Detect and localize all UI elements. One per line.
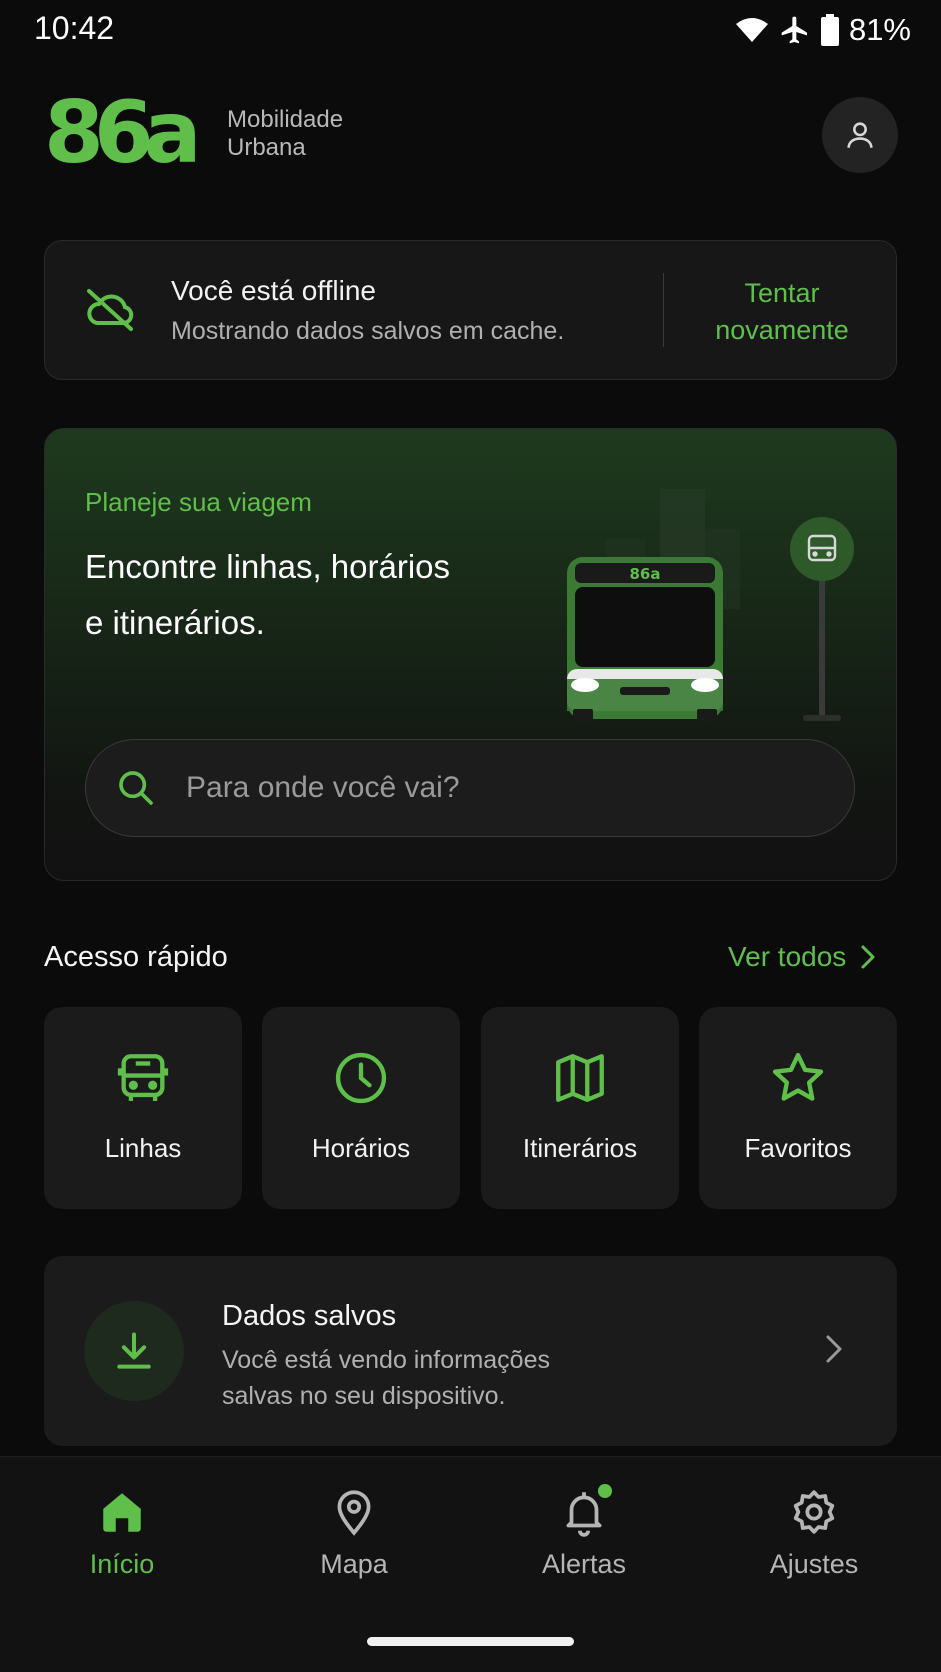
- quick-favoritos-label: Favoritos: [744, 1133, 852, 1163]
- quick-access-title: Acesso rápido: [44, 941, 228, 973]
- airplane-icon: [781, 16, 807, 44]
- saved-data-card[interactable]: Dados salvos Você está vendo informações…: [44, 1256, 897, 1446]
- brand-subtitle: Mobilidade Urbana: [227, 106, 343, 162]
- quick-horarios-label: Horários: [311, 1133, 411, 1163]
- user-icon: [847, 122, 873, 148]
- profile-button[interactable]: [822, 97, 898, 173]
- clock-icon: [335, 1052, 387, 1104]
- app-logo: 86a: [44, 92, 204, 172]
- wifi-icon: [735, 18, 768, 42]
- saved-data-title: Dados salvos: [222, 1300, 397, 1332]
- star-icon: [772, 1052, 824, 1101]
- status-icons: 81%: [735, 10, 911, 50]
- hero-title-line-1: Encontre linhas, horários: [85, 548, 451, 585]
- logo-text: 86a: [44, 92, 196, 172]
- saved-sub-line-2: salvas no seu dispositivo.: [222, 1382, 506, 1410]
- retry-line-1: Tentar: [744, 278, 820, 308]
- bus-illustration: 86a: [567, 489, 854, 721]
- battery-icon: [820, 14, 839, 46]
- quick-itinerarios-label: Itinerários: [522, 1133, 638, 1163]
- nav-alertas[interactable]: Alertas: [494, 1487, 674, 1580]
- retry-button[interactable]: Tentar novamente: [673, 275, 891, 349]
- trip-planner-card: Planeje sua viagem Encontre linhas, horá…: [44, 428, 897, 881]
- see-all-link[interactable]: Ver todos: [728, 941, 876, 973]
- map-icon: [556, 1054, 604, 1102]
- search-input[interactable]: Para onde você vai?: [85, 739, 855, 837]
- hero-title-line-2: e itinerários.: [85, 604, 265, 641]
- brand-line-1: Mobilidade: [227, 106, 344, 133]
- battery-percent: 81%: [848, 12, 911, 47]
- status-time: 10:42: [34, 10, 115, 46]
- hero-eyebrow: Planeje sua viagem: [85, 487, 312, 517]
- nav-mapa-label: Mapa: [320, 1549, 388, 1579]
- nav-mapa[interactable]: Mapa: [264, 1487, 444, 1580]
- offline-title: Você está offline: [171, 275, 376, 306]
- chevron-right-icon: [861, 945, 875, 969]
- quick-horarios[interactable]: Horários: [262, 1007, 460, 1209]
- gear-icon: [793, 1490, 835, 1534]
- saved-data-icon-circle: [84, 1301, 184, 1401]
- saved-data-subtitle: Você está vendo informações salvas no se…: [222, 1342, 622, 1414]
- offline-subtitle: Mostrando dados salvos em cache.: [171, 317, 565, 345]
- map-pin-icon: [337, 1490, 371, 1536]
- chevron-right-icon: [826, 1335, 842, 1363]
- nav-ajustes-label: Ajustes: [769, 1549, 859, 1579]
- retry-line-2: novamente: [715, 315, 849, 345]
- nav-ajustes[interactable]: Ajustes: [724, 1487, 904, 1580]
- hero-title: Encontre linhas, horários e itinerários.: [85, 539, 505, 651]
- quick-linhas[interactable]: Linhas: [44, 1007, 242, 1209]
- quick-favoritos[interactable]: Favoritos: [699, 1007, 897, 1209]
- quick-linhas-label: Linhas: [104, 1133, 182, 1163]
- quick-itinerarios[interactable]: Itinerários: [481, 1007, 679, 1209]
- home-indicator[interactable]: [367, 1637, 574, 1646]
- bus-icon: [117, 1054, 169, 1101]
- divider: [663, 273, 664, 347]
- search-icon: [119, 771, 153, 805]
- download-icon: [117, 1332, 151, 1369]
- cloud-off-icon: [87, 289, 134, 331]
- nav-inicio[interactable]: Início: [32, 1487, 212, 1580]
- saved-sub-line-1: Você está vendo informações: [222, 1346, 550, 1374]
- nav-alertas-label: Alertas: [541, 1549, 627, 1579]
- home-icon: [103, 1493, 141, 1532]
- search-placeholder: Para onde você vai?: [186, 771, 460, 804]
- nav-inicio-label: Início: [89, 1549, 155, 1579]
- offline-banner: Você está offline Mostrando dados salvos…: [44, 240, 897, 380]
- see-all-label: Ver todos: [728, 941, 847, 972]
- alert-badge-dot: [598, 1484, 612, 1498]
- bus-label: 86a: [630, 565, 661, 583]
- brand-line-2: Urbana: [227, 134, 306, 161]
